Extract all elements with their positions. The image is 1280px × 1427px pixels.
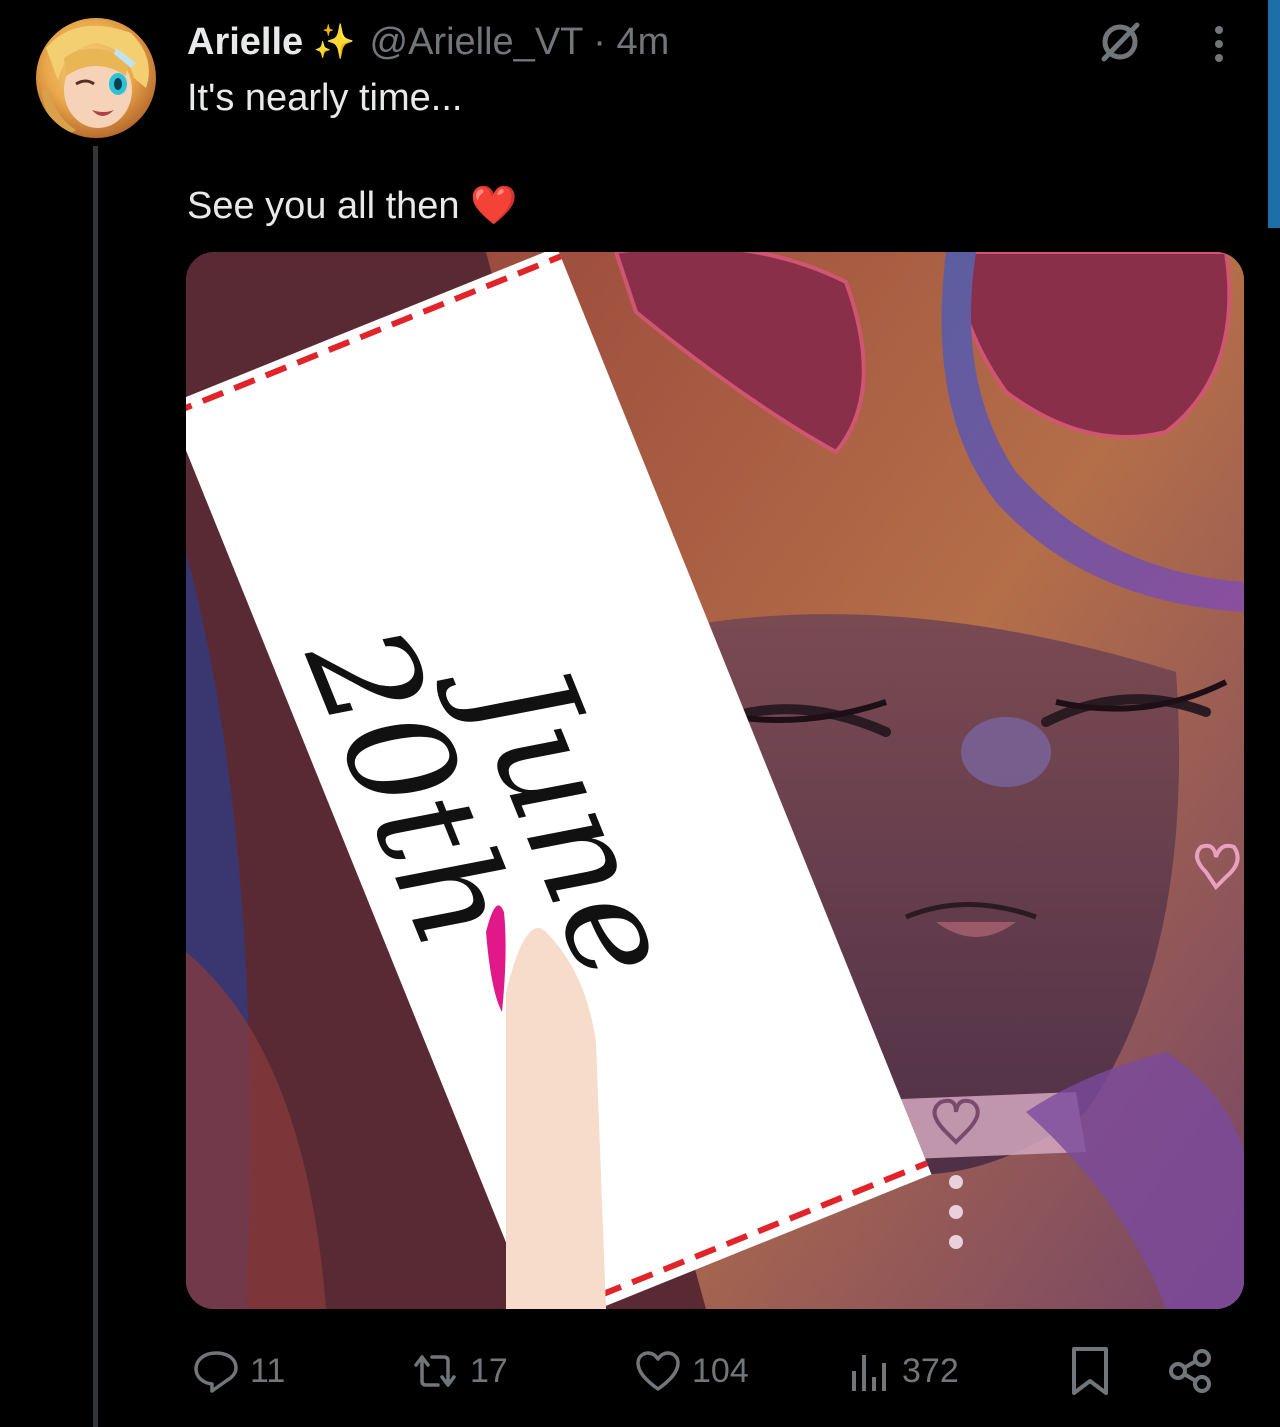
avatar[interactable] (36, 18, 156, 138)
more-icon (1215, 26, 1223, 34)
author-handle-time[interactable]: @Arielle_VT · 4m (370, 21, 670, 64)
post-image-art: June 20th (186, 252, 1244, 1309)
post-header: Arielle ✨ @Arielle_VT · 4m (187, 18, 669, 66)
author-name[interactable]: Arielle (187, 21, 303, 64)
reply-button[interactable]: 11 (192, 1336, 285, 1406)
post-text-line1: It's nearly time... (187, 77, 463, 119)
like-button[interactable]: 104 (634, 1336, 749, 1406)
reply-count: 11 (250, 1351, 286, 1390)
thread-line (93, 146, 98, 1427)
repost-icon (414, 1355, 456, 1387)
post-text-line2: See you all then ❤️ (187, 184, 517, 228)
bookmark-button[interactable] (1068, 1336, 1112, 1406)
views-icon (852, 1355, 886, 1391)
grok-button[interactable] (1092, 14, 1148, 70)
avatar-art (42, 25, 149, 136)
bookmark-icon (1072, 1347, 1108, 1395)
views-button[interactable]: 372 (848, 1336, 959, 1406)
like-icon (636, 1351, 680, 1391)
author-emoji: ✨ (313, 23, 356, 61)
tweet: Arielle ✨ @Arielle_VT · 4m It's nearly t… (0, 0, 1280, 1427)
repost-button[interactable]: 17 (410, 1336, 508, 1406)
share-button[interactable] (1166, 1336, 1216, 1406)
post-image[interactable]: June 20th (186, 252, 1244, 1309)
grok-icon (1101, 22, 1140, 62)
post-text-line2-text: See you all then (187, 185, 460, 227)
more-button[interactable] (1196, 16, 1242, 72)
repost-count: 17 (470, 1351, 508, 1390)
action-bar: 11 17 104 372 (0, 1336, 1280, 1406)
share-icon (1169, 1349, 1211, 1393)
heart-emoji: ❤️ (470, 185, 518, 227)
reply-icon (194, 1351, 238, 1393)
scrollbar[interactable] (1268, 0, 1280, 228)
views-count: 372 (902, 1351, 959, 1390)
like-count: 104 (692, 1351, 749, 1390)
